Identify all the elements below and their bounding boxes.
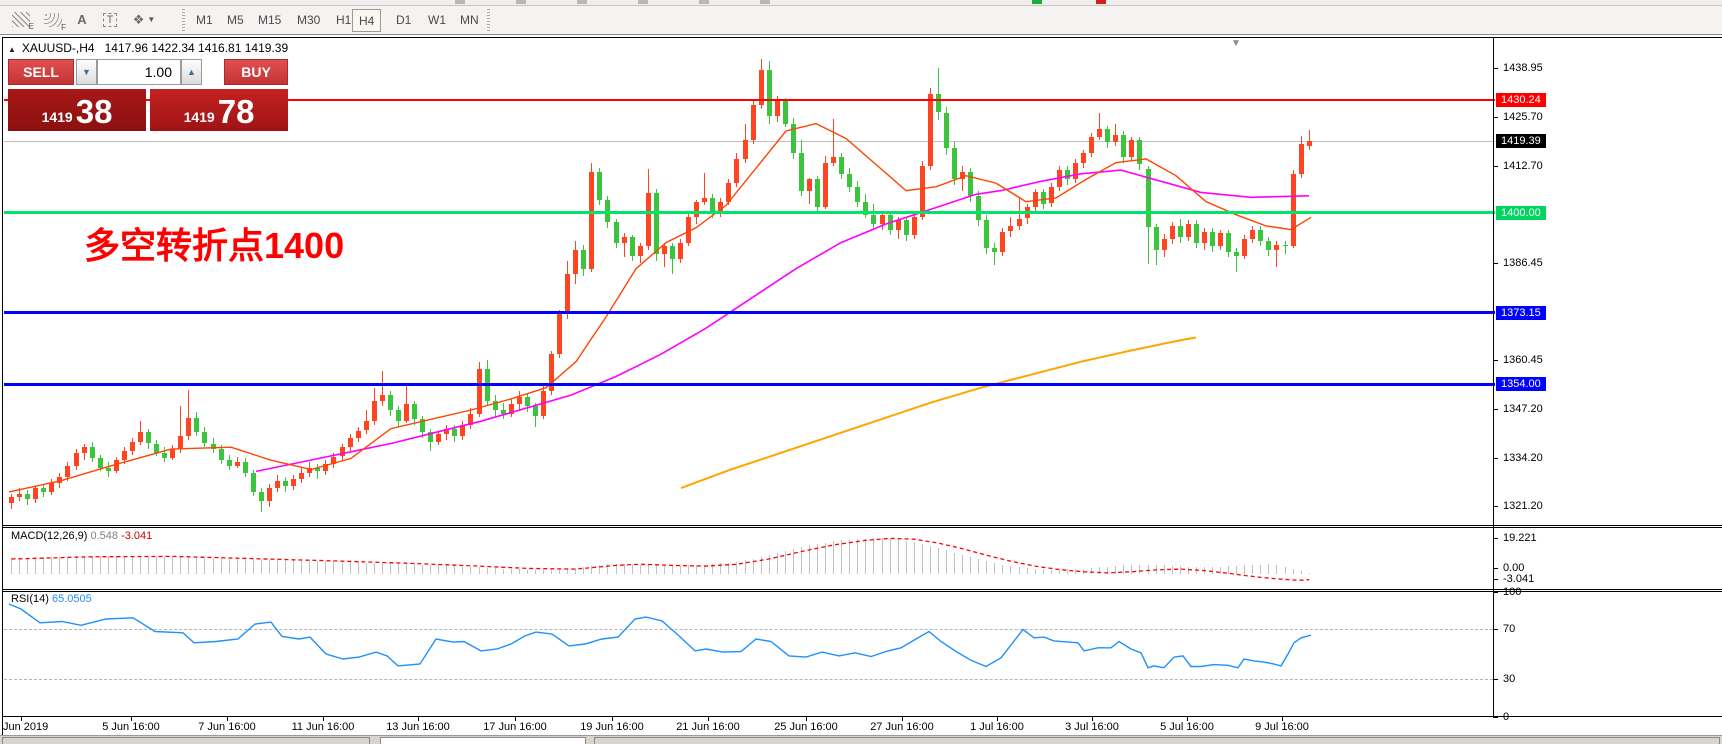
panel-separator	[3, 716, 1722, 717]
sell-price-big: 38	[76, 95, 113, 128]
cutoff-buy-icon	[1032, 0, 1042, 4]
macd-signal-line	[12, 538, 1310, 580]
price-badge: 1373.15	[1496, 306, 1546, 320]
buy-price-panel[interactable]: 1419 78	[150, 89, 288, 131]
volume-input[interactable]	[97, 59, 181, 85]
cutoff-icon	[638, 0, 648, 4]
timeframe-button-m15[interactable]: M15	[252, 9, 287, 30]
timeframe-button-h4[interactable]: H4	[352, 9, 381, 32]
level-line[interactable]	[4, 311, 1495, 314]
cutoff-panel	[594, 737, 1720, 744]
timeframe-button-m1[interactable]: M1	[190, 9, 219, 30]
symbol-name: XAUUSD-,H4	[22, 41, 95, 55]
plot-right-border	[1493, 38, 1494, 717]
level-line[interactable]	[4, 211, 1495, 214]
cutoff-panel	[2, 737, 370, 744]
level-line[interactable]	[4, 383, 1495, 386]
sell-price-panel[interactable]: 1419 38	[8, 89, 146, 131]
bottom-window-cutoff	[0, 735, 1722, 744]
sell-button[interactable]: SELL	[8, 59, 74, 85]
buy-price-big: 78	[218, 95, 255, 128]
cutoff-icon	[760, 0, 770, 4]
ma-mid-line	[256, 170, 1309, 471]
text-label-icon[interactable]: A	[72, 8, 92, 31]
collapse-arrow-icon[interactable]: ▲	[8, 45, 16, 54]
timeframe-button-m5[interactable]: M5	[221, 9, 250, 30]
chart-shift-marker-icon[interactable]: ▼	[1231, 38, 1241, 49]
sell-price-small: 1419	[42, 109, 73, 125]
mt4-app-window: E F A T ❖▼ M1M5M15M30H1H4D1W1MN 1438.951…	[0, 0, 1722, 744]
ma-fast-line	[9, 124, 1311, 492]
chart-toolbar: E F A T ❖▼ M1M5M15M30H1H4D1W1MN	[0, 6, 1722, 35]
timeframe-button-m30[interactable]: M30	[291, 9, 326, 30]
cutoff-sell-icon	[1096, 0, 1106, 4]
volume-up-button[interactable]: ▲	[181, 59, 202, 85]
price-badge: 1419.39	[1496, 134, 1546, 148]
ohlc-values: 1417.96 1422.34 1416.81 1419.39	[105, 41, 289, 55]
indicators-icon[interactable]: E	[8, 8, 34, 31]
timeframe-button-w1[interactable]: W1	[422, 9, 452, 30]
text-box-icon[interactable]: T	[98, 8, 122, 31]
cutoff-icon	[455, 0, 465, 4]
buy-price-small: 1419	[184, 109, 215, 125]
chart-lines-layer	[3, 38, 1722, 737]
grid-dots-icon[interactable]: F	[40, 8, 66, 31]
toolbar-separator	[182, 9, 185, 31]
price-badge: 1430.24	[1496, 93, 1546, 107]
cutoff-field	[380, 737, 586, 744]
objects-arrows-icon[interactable]: ❖▼	[128, 8, 160, 31]
price-badge: 1354.00	[1496, 377, 1546, 391]
cutoff-icon	[516, 0, 526, 4]
volume-down-button[interactable]: ▼	[76, 59, 97, 85]
chart-annotation-text: 多空转折点1400	[84, 217, 344, 269]
panel-separator	[3, 525, 1722, 526]
panel-separator	[3, 527, 1722, 528]
symbol-header: ▲ XAUUSD-,H4 1417.96 1422.34 1416.81 1419.…	[8, 41, 288, 55]
panel-separator	[3, 591, 1722, 592]
ma-slow-line	[681, 338, 1196, 489]
panel-separator	[3, 589, 1722, 590]
toolbar-separator	[487, 9, 490, 31]
cutoff-icon	[577, 0, 587, 4]
timeframe-button-mn[interactable]: MN	[454, 9, 485, 30]
buy-button[interactable]: BUY	[224, 59, 288, 85]
timeframe-button-d1[interactable]: D1	[390, 9, 417, 30]
rsi-line	[9, 604, 1311, 668]
chart-window[interactable]: 1438.951425.701412.701386.451360.451347.…	[2, 37, 1722, 737]
cutoff-icon	[699, 0, 709, 4]
price-badge: 1400.00	[1496, 206, 1546, 220]
